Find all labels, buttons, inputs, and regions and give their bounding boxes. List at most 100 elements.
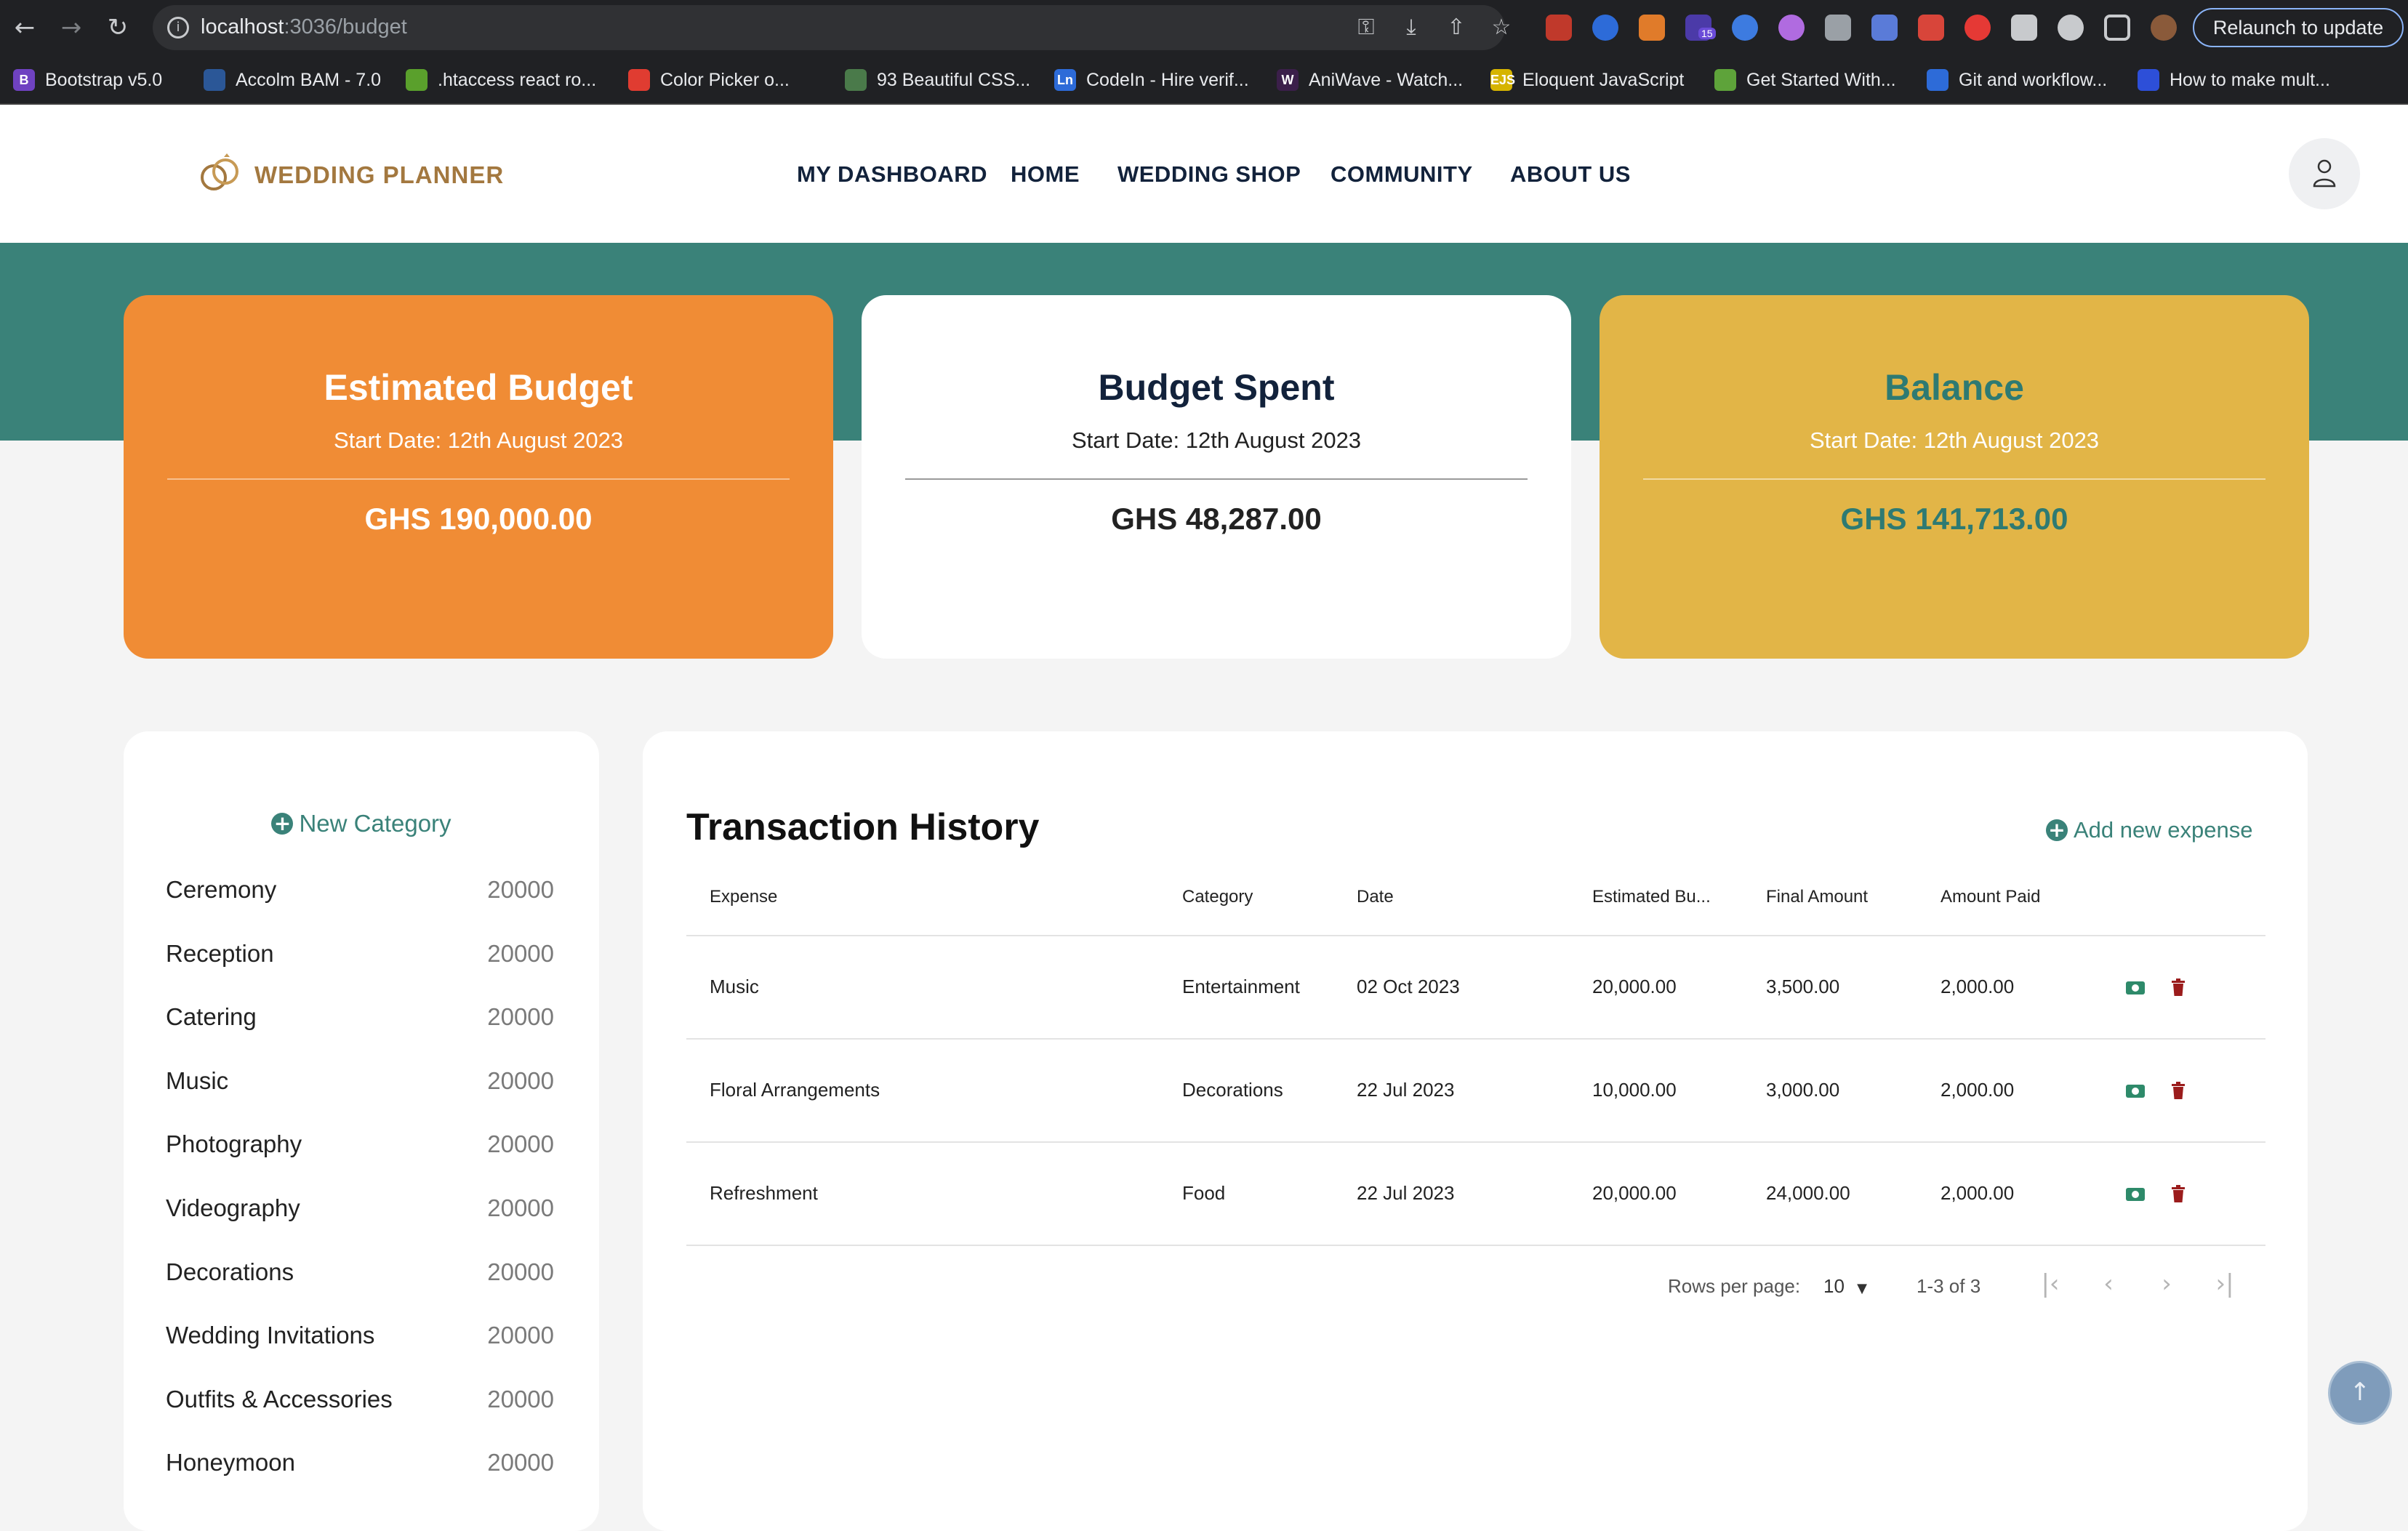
nav-about-us[interactable]: ABOUT US xyxy=(1510,161,1631,188)
puzzle-icon[interactable] xyxy=(2011,15,2037,41)
cell-expense: Floral Arrangements xyxy=(710,1079,880,1101)
category-item[interactable]: Music 20000 xyxy=(166,1059,554,1103)
relaunch-button[interactable]: Relaunch to update xyxy=(2193,8,2404,47)
category-item[interactable]: Videography 20000 xyxy=(166,1186,554,1230)
card-title: Budget Spent xyxy=(1098,367,1335,408)
card-title: Estimated Budget xyxy=(324,367,633,408)
extension-icon[interactable] xyxy=(1964,15,1991,41)
site-info-icon[interactable]: i xyxy=(167,17,189,39)
estimated-budget-card: Estimated Budget Start Date: 12th August… xyxy=(124,295,833,659)
profile-avatar-icon[interactable] xyxy=(2151,15,2177,41)
table-row[interactable] xyxy=(686,936,2265,1038)
category-item[interactable]: Decorations 20000 xyxy=(166,1250,554,1294)
bookmark-item[interactable]: B Bootstrap v5.0 xyxy=(13,67,162,93)
cell-category: Entertainment xyxy=(1182,976,1300,997)
previous-page-icon[interactable]: ‹ xyxy=(2095,1271,2122,1297)
extension-icon[interactable]: 15 xyxy=(1685,15,1716,41)
nav-community[interactable]: COMMUNITY xyxy=(1331,161,1473,188)
next-page-icon[interactable]: › xyxy=(2154,1271,2180,1297)
extension-icon[interactable] xyxy=(1546,15,1572,41)
category-item[interactable]: Catering 20000 xyxy=(166,995,554,1039)
back-icon[interactable]: ← xyxy=(10,13,39,42)
category-name: Music xyxy=(166,1066,229,1094)
extension-icon[interactable] xyxy=(1732,15,1758,41)
table-row[interactable] xyxy=(686,1143,2265,1245)
bookmark-item[interactable]: EJS Eloquent JavaScript xyxy=(1490,67,1684,93)
balance-card: Balance Start Date: 12th August 2023 GHS… xyxy=(1600,295,2309,659)
bookmark-item[interactable]: Get Started With... xyxy=(1714,67,1896,93)
bookmark-item[interactable]: Git and workflow... xyxy=(1927,67,2107,93)
column-header-category[interactable]: Category xyxy=(1182,887,1253,907)
category-item[interactable]: Honeymoon 20000 xyxy=(166,1441,554,1484)
extension-icon[interactable] xyxy=(1871,15,1898,41)
bookmark-item[interactable]: Accolm BAM - 7.0 xyxy=(204,67,381,93)
logo-text[interactable]: WEDDING PLANNER xyxy=(254,161,504,189)
share-icon[interactable]: ⇧ xyxy=(1444,15,1469,40)
column-header-final-amount[interactable]: Final Amount xyxy=(1766,887,1868,907)
nav-wedding-shop[interactable]: WEDDING SHOP xyxy=(1117,161,1301,188)
install-icon[interactable]: ⤓ xyxy=(1399,15,1424,40)
bookmark-item[interactable]: Color Picker o... xyxy=(628,67,790,93)
rows-per-page-label: Rows per page: xyxy=(1668,1275,1801,1297)
extension-icon[interactable] xyxy=(1592,15,1618,41)
record-payment-icon[interactable] xyxy=(2126,1188,2145,1201)
transaction-history-panel: Transaction History + Add new expense Ex… xyxy=(643,731,2308,1531)
bookmark-item[interactable]: W AniWave - Watch... xyxy=(1277,67,1463,93)
extension-icon[interactable] xyxy=(1918,15,1944,41)
profile-button[interactable] xyxy=(2289,138,2360,209)
category-amount: 20000 xyxy=(487,1194,554,1221)
category-name: Wedding Invitations xyxy=(166,1322,375,1349)
bookmark-favicon-icon: Ln xyxy=(1054,69,1076,91)
cell-category: Decorations xyxy=(1182,1079,1283,1101)
first-page-icon[interactable]: |‹ xyxy=(2037,1271,2063,1297)
last-page-icon[interactable]: ›| xyxy=(2212,1271,2238,1297)
delete-icon[interactable] xyxy=(2171,979,2186,996)
category-item[interactable]: Outfits & Accessories 20000 xyxy=(166,1378,554,1421)
nav-my-dashboard[interactable]: MY DASHBOARD xyxy=(797,161,987,188)
address-bar[interactable]: i localhost:3036/budget ⚿ ⤓ ⇧ ☆ xyxy=(153,5,1511,50)
metamask-icon[interactable] xyxy=(1639,15,1665,41)
rows-per-page-select[interactable]: 10 ▼ xyxy=(1823,1275,1867,1298)
bookmark-label: Bootstrap v5.0 xyxy=(45,69,163,90)
category-item[interactable]: Photography 20000 xyxy=(166,1122,554,1166)
add-new-expense-button[interactable]: + Add new expense xyxy=(2046,817,2252,843)
nav-home[interactable]: HOME xyxy=(1011,161,1080,188)
delete-icon[interactable] xyxy=(2171,1185,2186,1202)
category-item[interactable]: Ceremony 20000 xyxy=(166,868,554,912)
cell-category: Food xyxy=(1182,1182,1226,1204)
bookmark-item[interactable]: .htaccess react ro... xyxy=(406,67,596,93)
bookmark-favicon-icon xyxy=(406,69,428,91)
bookmark-label: Color Picker o... xyxy=(660,69,790,90)
bookmark-star-icon[interactable]: ☆ xyxy=(1489,15,1514,40)
vue-devtools-icon[interactable] xyxy=(1825,15,1851,41)
delete-icon[interactable] xyxy=(2171,1082,2186,1099)
record-payment-icon[interactable] xyxy=(2126,981,2145,994)
column-header-expense[interactable]: Expense xyxy=(710,887,777,907)
url-text[interactable]: localhost:3036/budget xyxy=(201,15,407,39)
record-payment-icon[interactable] xyxy=(2126,1085,2145,1098)
cell-final-amount: 24,000.00 xyxy=(1766,1182,1850,1204)
key-icon[interactable]: ⚿ xyxy=(1354,15,1378,40)
bookmark-item[interactable]: How to make mult... xyxy=(2138,67,2330,93)
category-item[interactable]: Wedding Invitations 20000 xyxy=(166,1314,554,1357)
reload-icon[interactable]: ↻ xyxy=(103,13,132,42)
extension-icon[interactable] xyxy=(1778,15,1805,41)
table-row[interactable] xyxy=(686,1040,2265,1141)
column-header-date[interactable]: Date xyxy=(1357,887,1394,907)
bookmark-favicon-icon: B xyxy=(13,69,35,91)
bookmark-favicon-icon xyxy=(2138,69,2159,91)
scroll-to-top-button[interactable]: ↑ xyxy=(2328,1361,2392,1425)
column-header-amount-paid[interactable]: Amount Paid xyxy=(1941,887,2040,907)
category-item[interactable]: Reception 20000 xyxy=(166,932,554,976)
new-category-button[interactable]: + New Category xyxy=(124,810,599,837)
side-panel-icon[interactable] xyxy=(2104,15,2130,41)
extension-icon[interactable] xyxy=(2058,15,2084,41)
category-name: Reception xyxy=(166,939,274,967)
bookmark-item[interactable]: Ln CodeIn - Hire verif... xyxy=(1054,67,1249,93)
app-header: WEDDING PLANNER MY DASHBOARD HOME WEDDIN… xyxy=(0,105,2408,243)
bookmark-label: Get Started With... xyxy=(1746,69,1896,90)
forward-icon[interactable]: → xyxy=(57,13,86,42)
bookmark-item[interactable]: 93 Beautiful CSS... xyxy=(845,67,1030,93)
add-new-expense-label: Add new expense xyxy=(2074,817,2253,843)
column-header-estimated-budget[interactable]: Estimated Bu... xyxy=(1592,887,1711,907)
